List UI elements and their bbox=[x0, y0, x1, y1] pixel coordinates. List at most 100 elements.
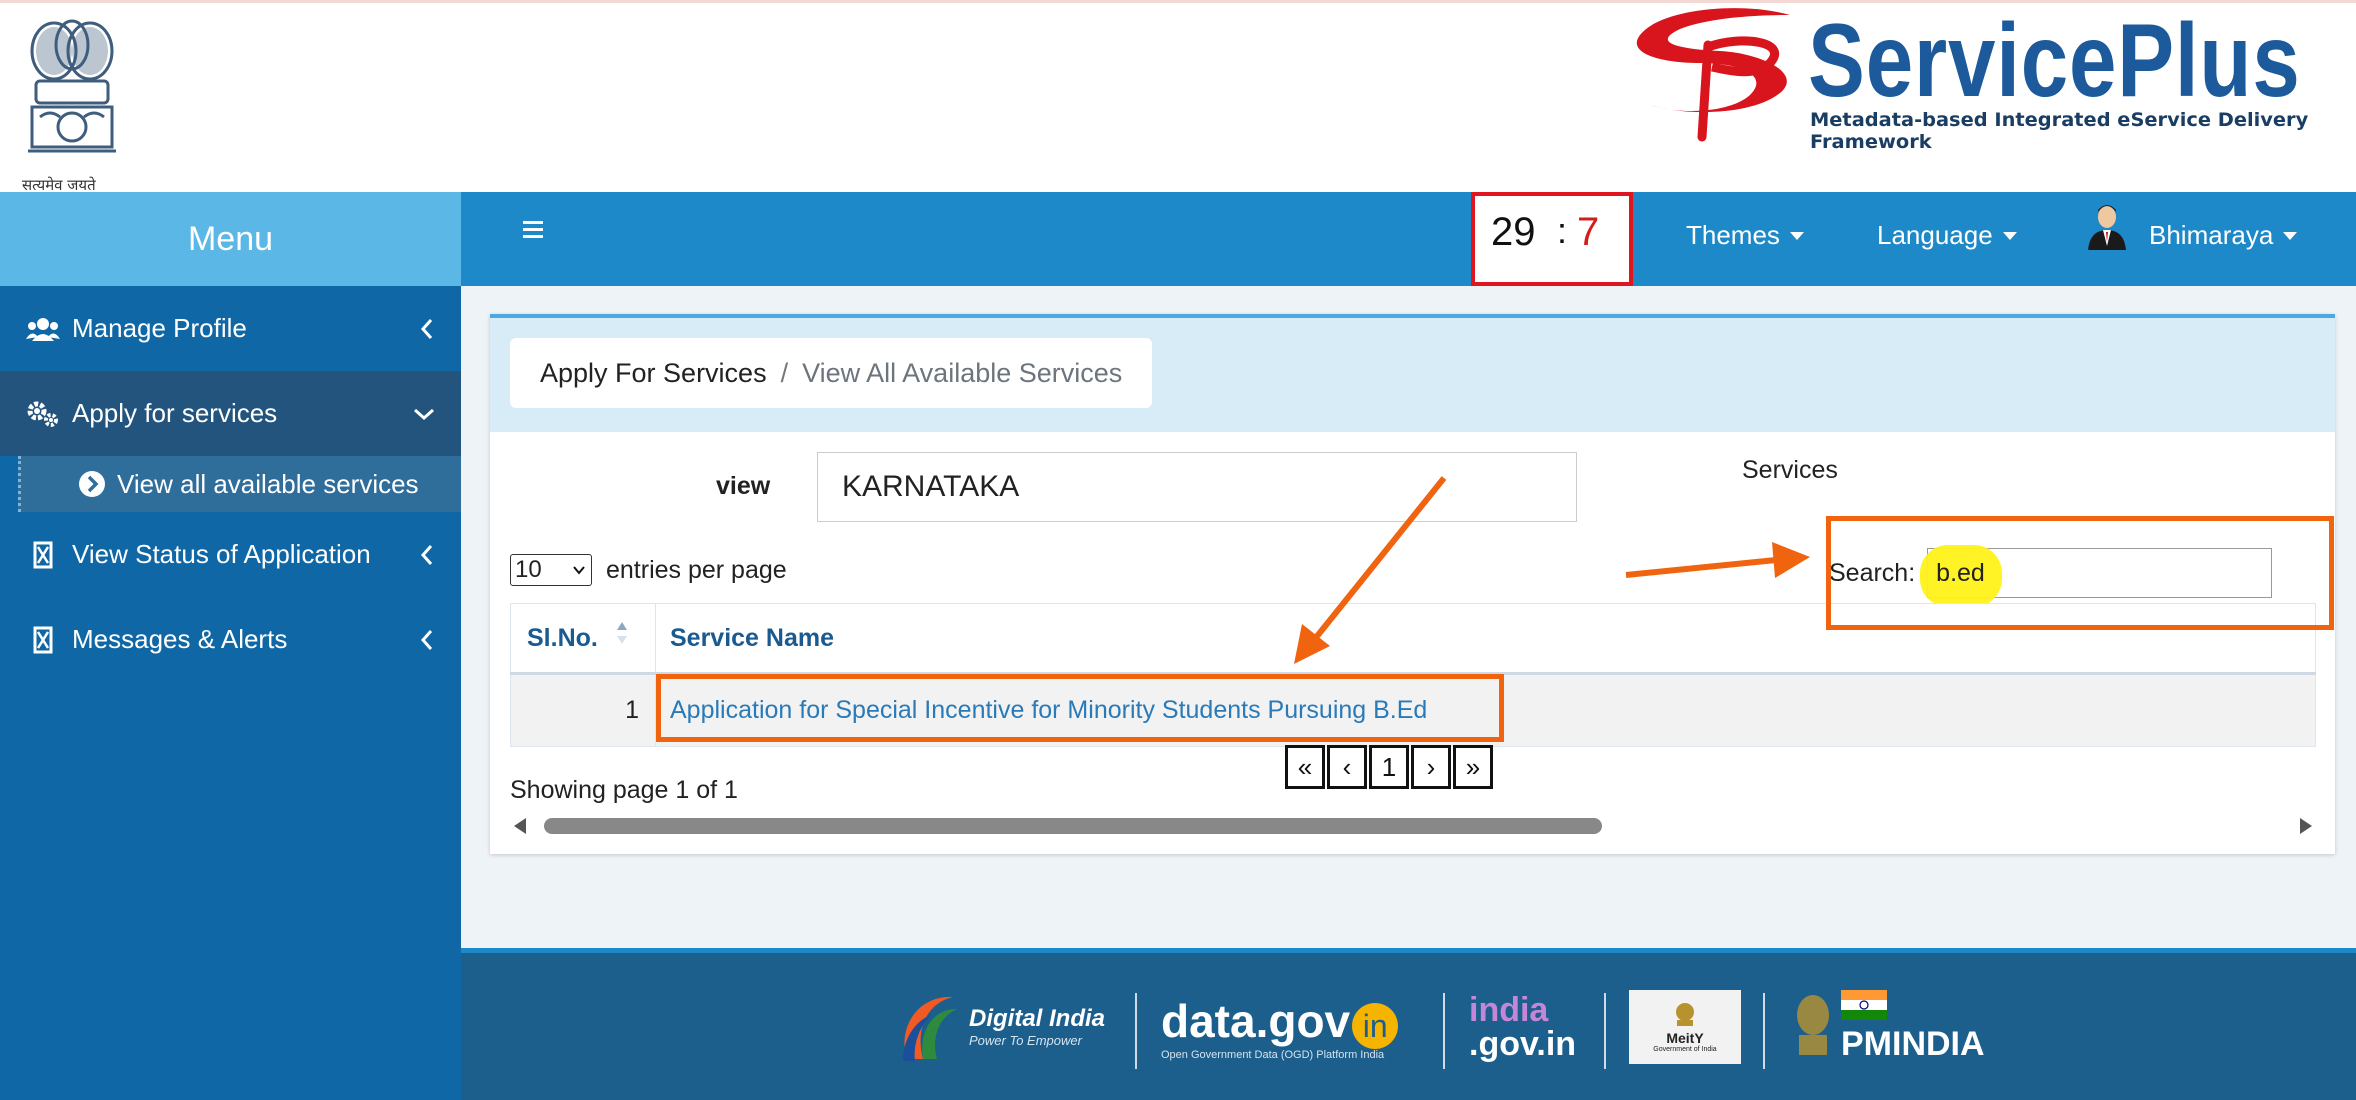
sidebar: Menu Manage Profile Apply for services V… bbox=[0, 192, 461, 1100]
chevron-down-icon bbox=[573, 566, 585, 575]
column-header-label: Service Name bbox=[670, 623, 835, 652]
caret-down-icon bbox=[2002, 231, 2017, 240]
sidebar-item-apply-for-services[interactable]: Apply for services bbox=[0, 371, 461, 456]
footer-separator bbox=[1443, 993, 1445, 1069]
datagov-subtext: Open Government Data (OGD) Platform Indi… bbox=[1161, 1048, 1385, 1061]
caret-down-icon bbox=[2283, 231, 2298, 240]
sidebar-item-label: View Status of Application bbox=[72, 539, 371, 569]
themes-label: Themes bbox=[1686, 220, 1780, 250]
column-header-label: Sl.No. bbox=[527, 623, 598, 652]
brand-subtitle: Metadata-based Integrated eService Deliv… bbox=[1810, 109, 2309, 153]
search-input[interactable]: b.ed bbox=[1920, 545, 2273, 607]
indiagov-top-text: india bbox=[1469, 991, 1549, 1029]
brand-title: ServicePlus bbox=[1808, 3, 2301, 119]
page-first-button[interactable]: « bbox=[1285, 745, 1325, 789]
sidebar-subitem-label: View all available services bbox=[117, 468, 419, 499]
meity-text: MeitY bbox=[1666, 1029, 1704, 1046]
sidebar-item-manage-profile[interactable]: Manage Profile bbox=[0, 286, 461, 371]
top-header: सत्यमेव जयते ServicePlus Metadata-based … bbox=[0, 0, 2356, 194]
digital-india-subtext: Power To Empower bbox=[969, 1032, 1082, 1048]
digital-india-mark-icon bbox=[903, 996, 957, 1061]
breadcrumb-current: View All Available Services bbox=[802, 357, 1123, 388]
page-last-button[interactable]: » bbox=[1453, 745, 1493, 789]
indiagov-logo[interactable]: india .gov.in bbox=[1469, 987, 1576, 1067]
datagov-in-badge: in bbox=[1352, 1002, 1399, 1049]
table-row: 1 Application for Special Incentive for … bbox=[510, 675, 2316, 747]
meity-logo[interactable]: MeitY Government of India bbox=[1629, 987, 1741, 1067]
user-dropdown[interactable]: Bhimaraya bbox=[2149, 220, 2298, 251]
entries-value: 10 bbox=[515, 556, 542, 583]
view-label: view bbox=[716, 472, 771, 500]
indiagov-bottom-text: .gov.in bbox=[1469, 1025, 1577, 1063]
services-panel: Apply For Services / View All Available … bbox=[490, 314, 2335, 854]
sidebar-title: Menu bbox=[0, 192, 461, 286]
hamburger-menu-icon[interactable] bbox=[521, 218, 545, 242]
sidebar-item-label: Manage Profile bbox=[72, 313, 247, 343]
services-label: Services bbox=[1742, 456, 1838, 484]
breadcrumb-separator: / bbox=[780, 357, 789, 388]
sidebar-item-messages-alerts[interactable]: Messages & Alerts bbox=[0, 597, 461, 682]
search-label: Search: bbox=[1829, 558, 1916, 587]
chevron-left-icon bbox=[420, 544, 433, 565]
meity-emblem-icon bbox=[1676, 1002, 1694, 1026]
footer-separator bbox=[1135, 993, 1137, 1069]
scroll-left-arrow-icon[interactable] bbox=[514, 818, 526, 834]
timer-minutes: 29 bbox=[1491, 210, 1536, 254]
footer-separator bbox=[1604, 993, 1606, 1069]
table-header: Sl.No. Service Name bbox=[510, 603, 2316, 675]
entries-label: entries per page bbox=[606, 555, 787, 584]
digital-india-logo[interactable]: Digital India Power To Empower bbox=[897, 987, 1105, 1067]
digital-india-text: Digital India bbox=[969, 1005, 1106, 1033]
user-name: Bhimaraya bbox=[2149, 220, 2274, 250]
sidebar-subitem-view-all-services[interactable]: View all available services bbox=[18, 456, 461, 512]
service-link[interactable]: Application for Special Incentive for Mi… bbox=[656, 675, 2316, 746]
chevron-left-icon bbox=[420, 629, 433, 650]
footer-separator bbox=[1763, 993, 1765, 1069]
panel-header: Apply For Services / View All Available … bbox=[490, 318, 2335, 432]
hourglass-icon bbox=[33, 626, 53, 653]
entries-per-page: 10 entries per page bbox=[510, 554, 787, 586]
entries-select[interactable]: 10 bbox=[510, 554, 592, 586]
themes-dropdown[interactable]: Themes bbox=[1686, 220, 1804, 251]
sidebar-item-label: Messages & Alerts bbox=[72, 624, 288, 654]
circle-chevron-right-icon bbox=[79, 471, 105, 497]
pagination: « ‹ 1 › » bbox=[1285, 745, 1495, 789]
table-search: Search: b.ed bbox=[1829, 545, 2273, 607]
language-label: Language bbox=[1877, 220, 1993, 250]
page-prev-button[interactable]: ‹ bbox=[1327, 745, 1367, 789]
scrollbar-thumb[interactable] bbox=[544, 818, 1602, 834]
user-avatar-icon bbox=[2088, 205, 2126, 250]
session-timer: 29 : 7 bbox=[1471, 192, 1633, 286]
footer: Digital India Power To Empower data.gov i… bbox=[461, 953, 2356, 1100]
sort-icon[interactable] bbox=[615, 620, 629, 646]
datagov-text: data.gov bbox=[1161, 994, 1351, 1047]
view-state-field[interactable]: KARNATAKA bbox=[817, 452, 1577, 522]
breadcrumb: Apply For Services / View All Available … bbox=[510, 338, 1153, 408]
pmindia-logo[interactable]: PMINDIA bbox=[1791, 987, 1985, 1067]
pmindia-emblem-icon bbox=[1797, 995, 1829, 1055]
sidebar-item-label: Apply for services bbox=[72, 398, 278, 428]
page-next-button[interactable]: › bbox=[1411, 745, 1451, 789]
page-number-button[interactable]: 1 bbox=[1369, 745, 1409, 789]
column-header-slno[interactable]: Sl.No. bbox=[510, 604, 656, 672]
search-value: b.ed bbox=[1936, 558, 1985, 587]
row-slno: 1 bbox=[510, 675, 656, 746]
scroll-right-arrow-icon[interactable] bbox=[2300, 818, 2312, 834]
top-navbar: 29 : 7 Themes Language Bhimaraya bbox=[461, 192, 2356, 286]
breadcrumb-root[interactable]: Apply For Services bbox=[540, 358, 767, 389]
hourglass-icon bbox=[33, 541, 53, 568]
timer-seconds: 7 bbox=[1577, 210, 1600, 254]
services-table: Sl.No. Service Name 1 Application for Sp… bbox=[510, 603, 2316, 747]
datagov-logo[interactable]: data.gov in Open Government Data (OGD) Pl… bbox=[1161, 987, 1399, 1067]
chevron-down-icon bbox=[414, 408, 434, 420]
chevron-left-icon bbox=[420, 318, 433, 339]
sidebar-item-view-status[interactable]: View Status of Application bbox=[0, 512, 461, 597]
column-header-service-name[interactable]: Service Name bbox=[656, 604, 2316, 672]
users-icon bbox=[26, 317, 60, 341]
state-emblem-icon bbox=[28, 19, 116, 153]
meity-subtext: Government of India bbox=[1653, 1045, 1717, 1053]
horizontal-scrollbar[interactable] bbox=[510, 812, 2316, 840]
india-flag-icon bbox=[1841, 990, 1887, 1020]
language-dropdown[interactable]: Language bbox=[1877, 220, 2017, 251]
gears-icon bbox=[27, 401, 58, 427]
